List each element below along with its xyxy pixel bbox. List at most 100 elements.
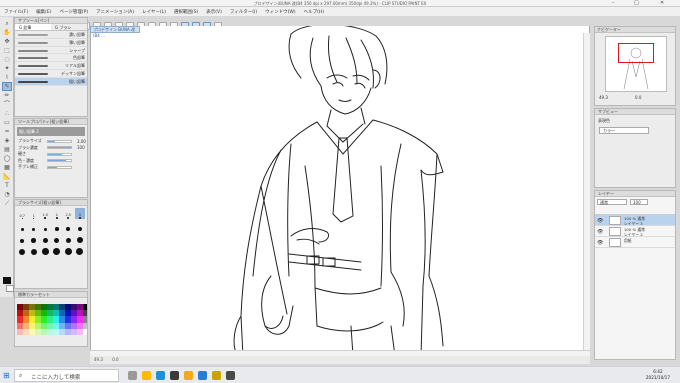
menu-filter[interactable]: フィルター(I) — [230, 9, 257, 15]
store-icon[interactable] — [170, 371, 179, 380]
brush-size-option[interactable] — [63, 220, 74, 231]
brush-size-option[interactable] — [17, 244, 28, 255]
menu-edit[interactable]: 編集(E) — [36, 9, 51, 15]
wand-icon[interactable]: ✦ — [3, 65, 11, 72]
brush-size-option[interactable] — [29, 220, 40, 231]
edge-icon[interactable] — [156, 371, 165, 380]
eye-icon[interactable]: 👁 — [597, 218, 603, 224]
maximize-icon[interactable]: □ — [634, 1, 639, 6]
clip-studio-icon[interactable] — [226, 371, 235, 380]
mail-icon[interactable] — [184, 371, 193, 380]
app-icon-blue[interactable] — [198, 371, 207, 380]
brush-size-option[interactable] — [52, 220, 63, 231]
brush-size-option[interactable] — [40, 244, 51, 255]
app-icon-yellow[interactable] — [212, 371, 221, 380]
eye-icon[interactable]: 👁 — [597, 240, 603, 246]
brush-item[interactable]: 薄い鉛筆 — [15, 39, 87, 47]
menu-file[interactable]: ファイル(F) — [4, 9, 28, 15]
brush-size-option[interactable]: 2 — [52, 208, 63, 219]
blend-icon[interactable]: ≈ — [3, 128, 11, 135]
brush-item[interactable]: デッサン鉛筆 — [15, 70, 87, 78]
brush-size-option[interactable] — [29, 244, 40, 255]
brush-size-option[interactable] — [52, 244, 63, 255]
zoom-icon[interactable]: ⌕ — [3, 20, 11, 27]
brush-size-option[interactable]: 3 — [74, 208, 85, 219]
fill-bucket-icon[interactable]: ◈ — [3, 137, 11, 144]
windows-start-icon[interactable]: ⊞ — [3, 371, 10, 380]
menu-layer[interactable]: レイヤー(L) — [142, 9, 166, 15]
brush-size-option[interactable] — [75, 244, 86, 255]
pencil-icon[interactable]: ✏ — [3, 92, 11, 99]
canvas-area[interactable] — [90, 24, 590, 358]
menu-animation[interactable]: アニメーション(A) — [96, 9, 134, 15]
ruler-icon[interactable]: 📐 — [3, 173, 11, 180]
lasso-icon[interactable]: ◌ — [3, 56, 11, 63]
system-clock[interactable]: 6:42 2021/10/17 — [646, 369, 670, 381]
minimize-icon[interactable]: – — [612, 1, 615, 6]
tab-pencil[interactable]: G 鉛筆 — [15, 24, 51, 30]
airbrush-icon[interactable]: ∴ — [3, 110, 11, 117]
brush-size-option[interactable] — [63, 244, 74, 255]
property-slider[interactable] — [47, 159, 72, 163]
brush-size-option[interactable]: 1 — [29, 208, 40, 219]
brush-size-option[interactable] — [40, 220, 51, 231]
text-icon[interactable]: T — [3, 182, 11, 189]
move-icon[interactable]: ✥ — [3, 38, 11, 45]
layer-row[interactable]: 👁 用紙 — [595, 237, 675, 248]
tab-brush[interactable]: G ブラシ — [51, 24, 87, 30]
brush-size-option[interactable]: 1.5 — [40, 208, 51, 219]
main-color-swatch[interactable] — [3, 277, 11, 284]
figure-icon[interactable]: ◯ — [3, 155, 11, 162]
brush-item[interactable]: シャープ — [15, 47, 87, 55]
brush-size-option[interactable] — [40, 232, 51, 243]
brush-size-option[interactable]: 2.5 — [63, 208, 74, 219]
eye-icon[interactable]: 👁 — [597, 229, 603, 235]
select-icon[interactable]: ⬚ — [3, 47, 11, 54]
menu-select[interactable]: 選択範囲(S) — [174, 9, 198, 15]
brush-size-option[interactable] — [17, 220, 28, 231]
brush-size-option[interactable] — [63, 232, 74, 243]
brush-item[interactable]: リアル鉛筆 — [15, 62, 87, 70]
expression-color-select[interactable]: カラー — [599, 127, 649, 134]
hand-icon[interactable]: ✋ — [3, 29, 11, 36]
document-tab[interactable]: プロデザイン BUNA 改(B4 ... — [90, 26, 140, 38]
brush-item[interactable]: 色鉛筆 — [15, 54, 87, 63]
brush-size-option[interactable] — [29, 232, 40, 243]
layer-row[interactable]: 👁 100 % 通常 レイヤー 3 — [595, 215, 675, 226]
close-icon[interactable]: ✕ — [660, 1, 664, 6]
menu-page[interactable]: ページ管理(P) — [59, 9, 88, 15]
brush-size-option[interactable] — [17, 232, 28, 243]
blend-mode-select[interactable]: 通常 — [597, 199, 627, 205]
property-slider[interactable] — [47, 152, 72, 156]
file-explorer-icon[interactable] — [142, 371, 151, 380]
opacity-field[interactable]: 100 — [630, 199, 648, 205]
gradient-icon[interactable]: ▤ — [3, 146, 11, 153]
brush-icon[interactable]: ⌒ — [3, 101, 11, 108]
frame-icon[interactable]: ▦ — [3, 164, 11, 171]
navigator-preview[interactable] — [605, 36, 667, 92]
brush-size-option[interactable] — [52, 232, 63, 243]
eyedropper-icon[interactable]: ⌇ — [3, 74, 11, 81]
balloon-icon[interactable]: ◔ — [3, 191, 11, 198]
color-swatch[interactable] — [83, 328, 87, 335]
navigator-angle-value[interactable]: 0.0 — [635, 95, 641, 100]
taskbar-search[interactable]: ⌕ ここに入力して検索 — [14, 369, 119, 382]
brush-size-option[interactable] — [75, 232, 86, 243]
property-slider[interactable] — [47, 139, 72, 143]
brush-size-option[interactable]: 0.7 — [17, 208, 28, 219]
menu-help[interactable]: ヘルプ(H) — [304, 9, 324, 15]
navigator-zoom-value[interactable]: 49.3 — [599, 95, 608, 100]
brush-item[interactable]: 粗い鉛筆 — [15, 77, 87, 86]
correct-line-icon[interactable]: ⟋ — [3, 200, 11, 207]
task-view-icon[interactable] — [128, 371, 137, 380]
brush-item[interactable]: 濃い鉛筆 — [15, 31, 87, 39]
property-slider[interactable] — [47, 146, 72, 150]
menu-view[interactable]: 表示(V) — [206, 9, 222, 15]
pen-icon[interactable]: ✎ — [2, 82, 12, 91]
eraser-icon[interactable]: ▭ — [3, 119, 11, 126]
sub-color-swatch[interactable] — [6, 285, 14, 292]
navigator-view-frame[interactable] — [618, 43, 654, 63]
brush-size-option[interactable] — [75, 220, 86, 231]
vertical-scrollbar[interactable] — [583, 33, 590, 351]
layer-row[interactable]: 👁 100 % 通常 レイヤー 2 — [595, 226, 675, 237]
